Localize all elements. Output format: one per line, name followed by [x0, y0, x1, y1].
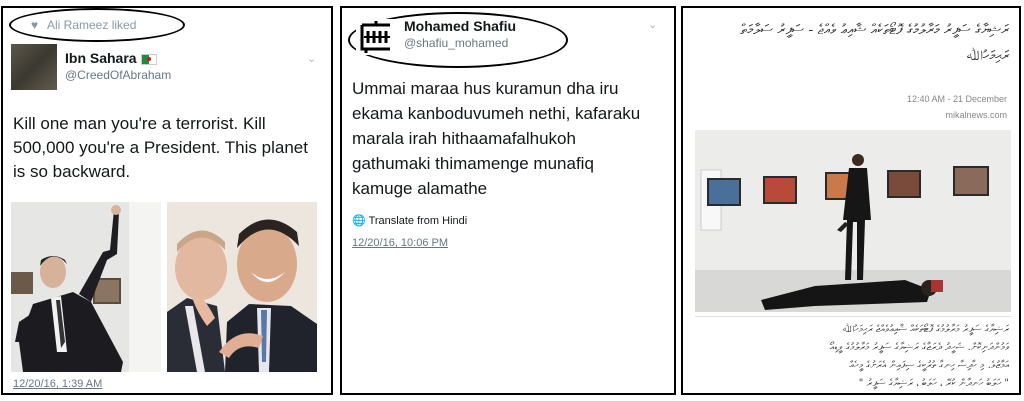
leaders-photo-illustration	[167, 202, 317, 372]
article-body-line-1: ރަޝިޔާގެ ސަފީރު މަރާލުމުގެ ފޮޓޯތަކެއް ޝާ…	[842, 324, 1009, 335]
tweet-photo-leaders[interactable]	[167, 202, 317, 372]
article-photo[interactable]	[695, 130, 1011, 312]
divider	[695, 316, 1011, 317]
avatar[interactable]	[11, 44, 57, 90]
article-body-line-4: " ހަލަބު ހަނދާން ކުރޭ ، ހަލަބު ، ރަޝިޔާގ…	[858, 378, 1009, 389]
article-body-line-2: ވަމުންދަނިކޮށް. ޝަހީދު ދެރަޖާގެ ރަޝިޔާގެ…	[829, 342, 1009, 353]
translate-link[interactable]: 🌐 Translate from Hindi	[352, 214, 467, 227]
author-name[interactable]: Ibn Sahara	[65, 50, 157, 66]
tweet-photo-gunman[interactable]	[11, 202, 161, 372]
article-source[interactable]: mikalnews.com	[945, 110, 1007, 120]
article-time: 12:40 AM - 21 December	[906, 94, 1007, 104]
author-handle[interactable]: @shafiu_mohamed	[404, 36, 508, 50]
news-article-card: ރަޝިޔާގެ ސަފީރު މަރާލުމުގެ ފޮޓޯތަކެއް ޝާ…	[681, 6, 1021, 395]
tweet-card-ibn-sahara: ♥ Ali Rameez liked Ibn Sahara @CreedOfAb…	[1, 6, 333, 395]
timestamp-link[interactable]: 12/20/16, 10:06 PM	[352, 237, 448, 249]
liked-by-label: Ali Rameez liked	[47, 18, 137, 32]
article-body-line-3: އަމާޒުވެ. މި ހާދިސާ ހިނގާ ތުރުކީގެ ސިފައ…	[849, 360, 1009, 371]
tweet-text: Ummai maraa hus kuramun dha iru ekama ka…	[352, 79, 641, 198]
author-handle[interactable]: @CreedOfAbraham	[65, 68, 171, 82]
gallery-scene-illustration	[695, 130, 1011, 312]
chevron-down-icon[interactable]: ⌄	[648, 18, 657, 31]
algeria-flag-icon	[140, 53, 157, 65]
tweet-card-mohamed-shafiu: Mohamed Shafiu @shafiu_mohamed ⌄ Ummai m…	[340, 6, 676, 395]
article-headline: ރަޝިޔާގެ ސަފީރު މަރާލުމުގެ ފޮޓޯތަކެއް ޝާ…	[740, 22, 1009, 38]
article-headline-line2: ރަޙިމަހުﷲ	[966, 48, 1009, 64]
timestamp-link[interactable]: 12/20/16, 1:39 AM	[13, 378, 102, 390]
globe-icon: 🌐	[352, 215, 366, 227]
chevron-down-icon[interactable]: ⌄	[307, 52, 316, 65]
gunman-photo-illustration	[11, 202, 161, 372]
heart-icon: ♥	[31, 18, 39, 32]
profile-logo-icon[interactable]	[356, 19, 396, 55]
author-name[interactable]: Mohamed Shafiu	[404, 18, 516, 34]
tweet-text: Kill one man you're a terrorist. Kill 50…	[13, 114, 308, 181]
